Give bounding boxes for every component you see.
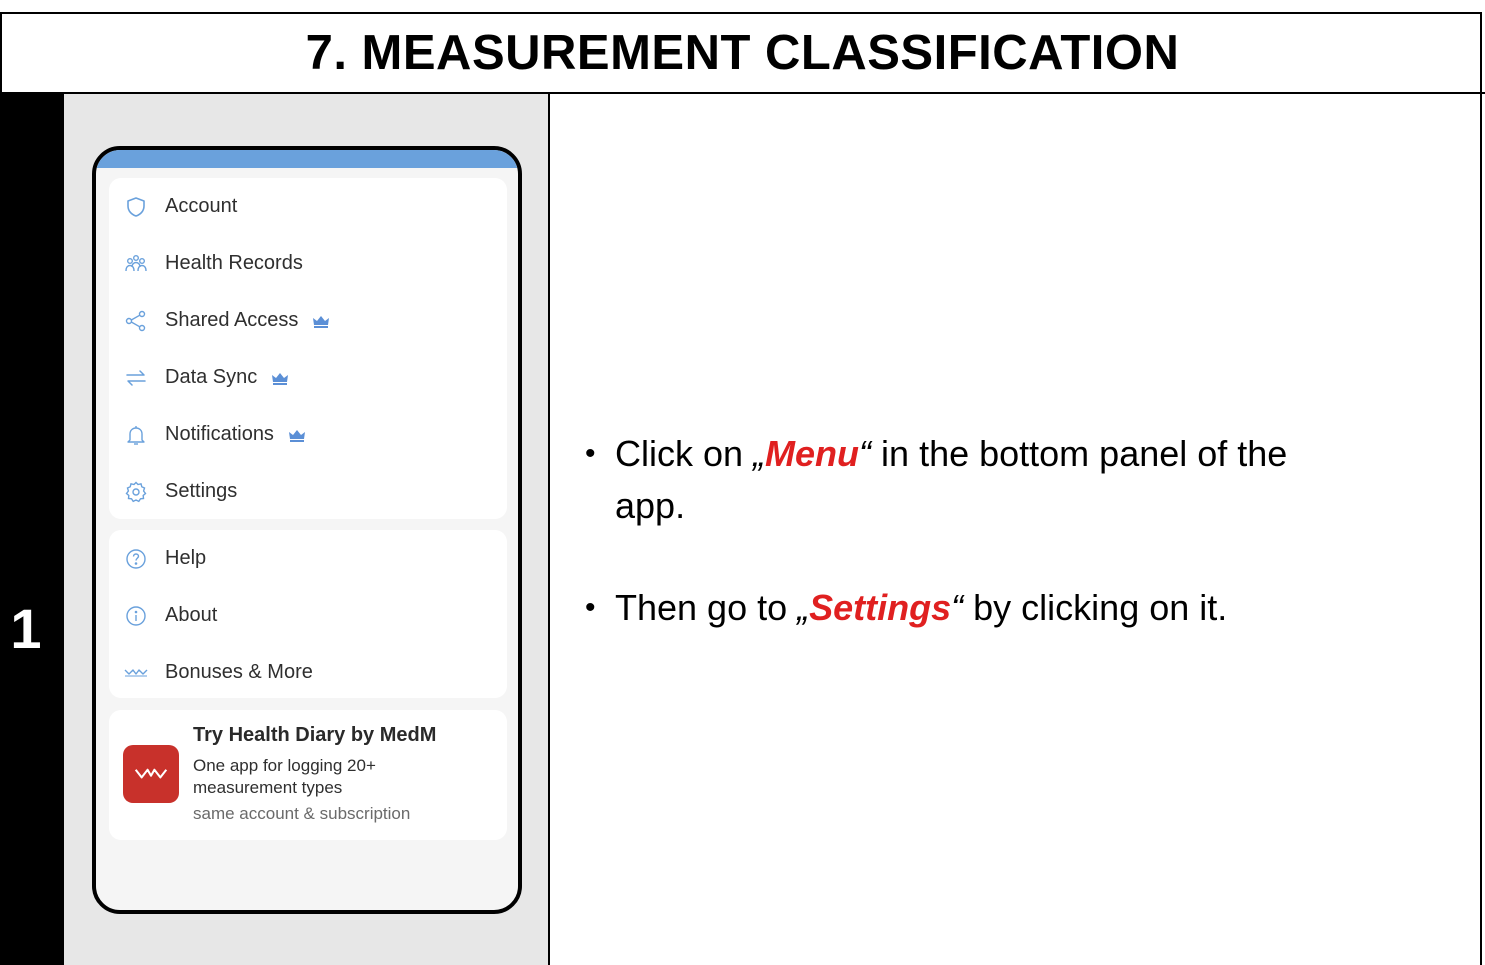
- menu-item-health-records[interactable]: Health Records: [109, 235, 507, 292]
- instructions-list: • Click on „Menu“ in the bottom panel of…: [585, 428, 1445, 634]
- menu-item-label: Account: [165, 195, 238, 217]
- step-number: 1: [10, 597, 42, 660]
- quote-mark: „: [797, 587, 810, 628]
- menu-item-about[interactable]: About: [109, 587, 507, 644]
- menu-item-text: Data Sync: [165, 366, 258, 388]
- promo-title: Try Health Diary by MedM: [193, 724, 437, 746]
- medm-logo-icon: [134, 768, 168, 779]
- highlight-settings: Settings: [809, 587, 952, 628]
- menu-item-label: Data Sync: [165, 366, 289, 389]
- menu-item-text: Notifications: [165, 423, 274, 445]
- premium-crown-icon: [288, 429, 305, 442]
- menu-item-label: Bonuses & More: [165, 661, 313, 683]
- instruction-text: by clicking on it.: [963, 587, 1228, 628]
- shield-icon: [123, 194, 149, 220]
- promo-note: same account & subscription: [193, 804, 411, 823]
- menu-item-settings[interactable]: Settings: [109, 463, 507, 520]
- title-bar: 7. MEASUREMENT CLASSIFICATION: [0, 14, 1485, 92]
- premium-crown-icon: [272, 372, 289, 385]
- quote-mark: “: [859, 433, 872, 474]
- quote-mark: „: [753, 433, 766, 474]
- promo-description: measurement types: [193, 778, 343, 797]
- menu-item-help[interactable]: Help: [109, 530, 507, 587]
- bullet-icon: •: [585, 437, 596, 470]
- instruction-text: Then go to: [615, 587, 798, 628]
- menu-item-label: Shared Access: [165, 309, 330, 332]
- sync-icon: [123, 365, 149, 391]
- menu-item-data-sync[interactable]: Data Sync: [109, 349, 507, 406]
- menu-item-label: Health Records: [165, 252, 303, 274]
- menu-item-account[interactable]: Account: [109, 178, 507, 235]
- premium-crown-icon: [313, 315, 330, 328]
- app-header-bar: [96, 150, 518, 168]
- help-icon: [123, 546, 149, 572]
- menu-item-label: Settings: [165, 480, 238, 502]
- bullet-icon: •: [585, 591, 596, 624]
- menu-item-text: Shared Access: [165, 309, 299, 331]
- highlight-menu: Menu: [765, 433, 860, 474]
- phone-mockup: Account Health Records Shared Access Dat…: [92, 146, 522, 914]
- menu-card-main: Account Health Records Shared Access Dat…: [109, 178, 507, 519]
- menu-card-secondary: Help About Bonuses & More: [109, 530, 507, 698]
- menu-item-label: Notifications: [165, 423, 306, 446]
- quote-mark: “: [951, 587, 964, 628]
- menu-item-bonuses[interactable]: Bonuses & More: [109, 644, 507, 701]
- menu-item-shared-access[interactable]: Shared Access: [109, 292, 507, 349]
- share-icon: [123, 308, 149, 334]
- menu-item-notifications[interactable]: Notifications: [109, 406, 507, 463]
- menu-item-label: About: [165, 604, 218, 626]
- instruction-item: • Click on „Menu“ in the bottom panel of…: [585, 428, 1445, 532]
- page-title: 7. MEASUREMENT CLASSIFICATION: [305, 26, 1180, 80]
- instruction-text: Click on: [615, 433, 754, 474]
- instruction-item: • Then go to „Settings“ by clicking on i…: [585, 582, 1445, 634]
- promo-card[interactable]: Try Health Diary by MedM One app for log…: [109, 710, 507, 840]
- promo-description: One app for logging 20+: [193, 756, 376, 775]
- health-diary-logo: [123, 745, 179, 803]
- instruction-text: in the bottom panel of the: [871, 433, 1288, 474]
- menu-item-label: Help: [165, 547, 207, 569]
- people-icon: [123, 251, 149, 277]
- instruction-text: app.: [615, 485, 686, 526]
- step-column: 1: [0, 94, 64, 965]
- info-icon: [123, 603, 149, 629]
- medm-logo-icon: [123, 660, 149, 686]
- bell-icon: [123, 422, 149, 448]
- gear-icon: [123, 479, 149, 505]
